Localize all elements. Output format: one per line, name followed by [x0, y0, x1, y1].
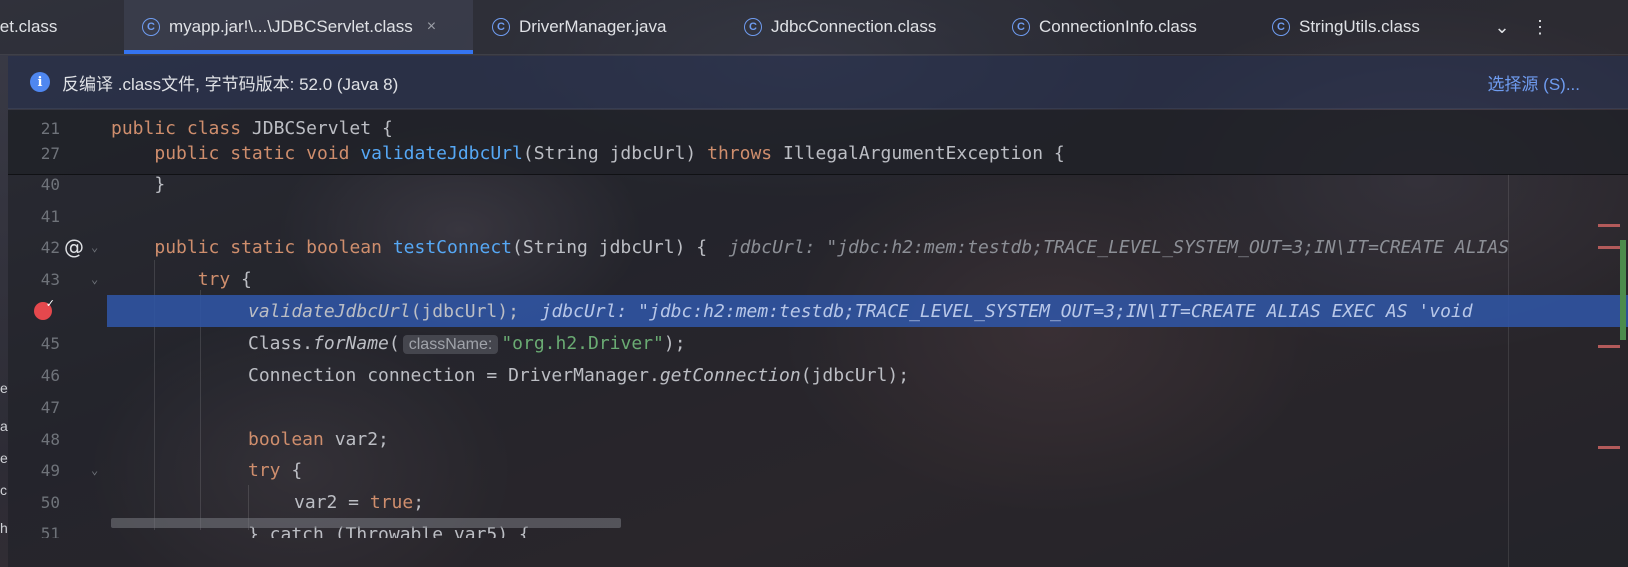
code-line-43[interactable]: 43 ⌄ try {	[8, 263, 1628, 295]
class-c-icon: C	[492, 18, 510, 36]
breakpoint-icon[interactable]: ✓	[34, 297, 55, 320]
line-number: 46	[40, 365, 60, 385]
class-c-icon: C	[142, 18, 160, 36]
current-execution-line[interactable]: validateJdbcUrl(jdbcUrl); jdbcUrl: "jdbc…	[107, 295, 1628, 327]
chevron-down-icon[interactable]: ⌄	[1487, 0, 1517, 54]
tab-jdbcservlet-partial[interactable]: let.class	[0, 0, 122, 54]
change-stripe-marker[interactable]	[1620, 240, 1626, 340]
fold-chevron-icon[interactable]: ⌄	[91, 240, 98, 254]
class-c-icon: C	[744, 18, 762, 36]
tab-label: JdbcConnection.class	[771, 17, 937, 36]
code-line-50[interactable]: 50 var2 = true;	[8, 486, 1628, 518]
code-text: }	[111, 173, 166, 195]
line-number: 42	[40, 237, 60, 257]
decompiled-info-banner: i 反编译 .class文件, 字节码版本: 52.0 (Java 8) 选择源…	[8, 56, 1628, 109]
error-stripe-marker[interactable]	[1598, 246, 1620, 249]
choose-source-link[interactable]: 选择源 (S)...	[1487, 70, 1580, 95]
code-text: validateJdbcUrl(jdbcUrl); jdbcUrl: "jdbc…	[248, 300, 1473, 322]
line-number: 48	[40, 429, 60, 449]
code-text: Connection connection = DriverManager.ge…	[248, 364, 910, 386]
line-number: 21	[40, 118, 60, 138]
side-panel-fragment: h	[0, 520, 8, 536]
horizontal-scrollbar[interactable]	[111, 518, 621, 528]
code-line-42[interactable]: 42 @ ⌄ public static boolean testConnect…	[8, 231, 1628, 263]
line-number: 47	[40, 397, 60, 417]
line-number: 27	[40, 143, 60, 163]
parameter-name-hint: className:	[402, 334, 499, 354]
error-stripe-marker[interactable]	[1598, 446, 1620, 449]
tab-jdbcservlet-class[interactable]: C myapp.jar!\...\JDBCServlet.class ×	[124, 0, 473, 54]
class-c-icon: C	[1012, 18, 1030, 36]
code-line-47[interactable]: 47	[8, 391, 1628, 423]
tab-label: myapp.jar!\...\JDBCServlet.class	[169, 17, 413, 36]
tab-drivermanager-java[interactable]: C DriverManager.java	[492, 0, 666, 54]
fold-chevron-icon[interactable]: ⌄	[91, 272, 98, 286]
tab-label: ConnectionInfo.class	[1039, 17, 1197, 36]
override-at-icon[interactable]: @	[64, 235, 84, 259]
line-number: 51	[40, 524, 60, 538]
info-icon: i	[30, 72, 50, 92]
code-line-45[interactable]: 45 Class.forName(className: "org.h2.Drive…	[8, 327, 1628, 359]
side-panel-fragment: e	[0, 450, 8, 466]
code-text: Class.forName(className: "org.h2.Driver")…	[248, 332, 686, 354]
banner-text: 反编译 .class文件, 字节码版本: 52.0 (Java 8)	[62, 74, 399, 94]
debug-inline-value: jdbcUrl: "jdbc:h2:mem:testdb;TRACE_LEVEL…	[728, 236, 1510, 258]
editor-tab-bar: let.class C myapp.jar!\...\JDBCServlet.c…	[0, 0, 1628, 55]
tab-jdbcconnection-class[interactable]: C JdbcConnection.class	[744, 0, 936, 54]
error-stripe-marker[interactable]	[1598, 345, 1620, 348]
sticky-scroll-header[interactable]: 21 public class JDBCServlet { 27 public …	[8, 110, 1628, 175]
code-text: try {	[248, 459, 303, 481]
class-c-icon: C	[1272, 18, 1290, 36]
code-text: try {	[197, 268, 252, 290]
code-text: boolean var2;	[248, 428, 389, 450]
line-number: 41	[40, 206, 60, 226]
line-number: 43	[40, 269, 60, 289]
line-number: 45	[40, 333, 60, 353]
code-text: var2 = true;	[294, 491, 425, 513]
code-editor[interactable]: 21 public class JDBCServlet { 27 public …	[8, 110, 1628, 567]
code-line-41[interactable]: 41	[8, 200, 1628, 232]
side-panel-fragment: e	[0, 380, 8, 396]
tab-label: StringUtils.class	[1299, 17, 1420, 36]
tab-label: DriverManager.java	[519, 17, 667, 36]
side-panel-fragment: a	[0, 418, 8, 434]
tab-connectioninfo-class[interactable]: C ConnectionInfo.class	[1012, 0, 1197, 54]
code-line-49[interactable]: 49 ⌄ try {	[8, 454, 1628, 486]
code-text: public static boolean testConnect(String…	[154, 236, 1510, 258]
code-line-46[interactable]: 46 Connection connection = DriverManager…	[8, 359, 1628, 391]
debug-inline-value: jdbcUrl: "jdbc:h2:mem:testdb;TRACE_LEVEL…	[540, 300, 1473, 322]
sticky-line-27[interactable]: 27 public static void validateJdbcUrl(St…	[8, 137, 1628, 169]
code-text: public class JDBCServlet {	[111, 117, 393, 139]
side-panel-fragment: c	[0, 482, 7, 498]
error-stripe-marker[interactable]	[1598, 224, 1620, 227]
code-line-48[interactable]: 48 boolean var2;	[8, 423, 1628, 455]
line-number: 40	[40, 174, 60, 194]
fold-chevron-icon[interactable]: ⌄	[91, 463, 98, 477]
tab-stringutils-class[interactable]: C StringUtils.class	[1272, 0, 1420, 54]
code-text: public static void validateJdbcUrl(Strin…	[154, 142, 1065, 164]
close-icon[interactable]: ×	[427, 18, 436, 36]
line-number: 50	[40, 492, 60, 512]
more-options-icon[interactable]: ⋮	[1525, 0, 1555, 54]
line-number: 49	[40, 460, 60, 480]
tab-label: let.class	[0, 17, 58, 36]
